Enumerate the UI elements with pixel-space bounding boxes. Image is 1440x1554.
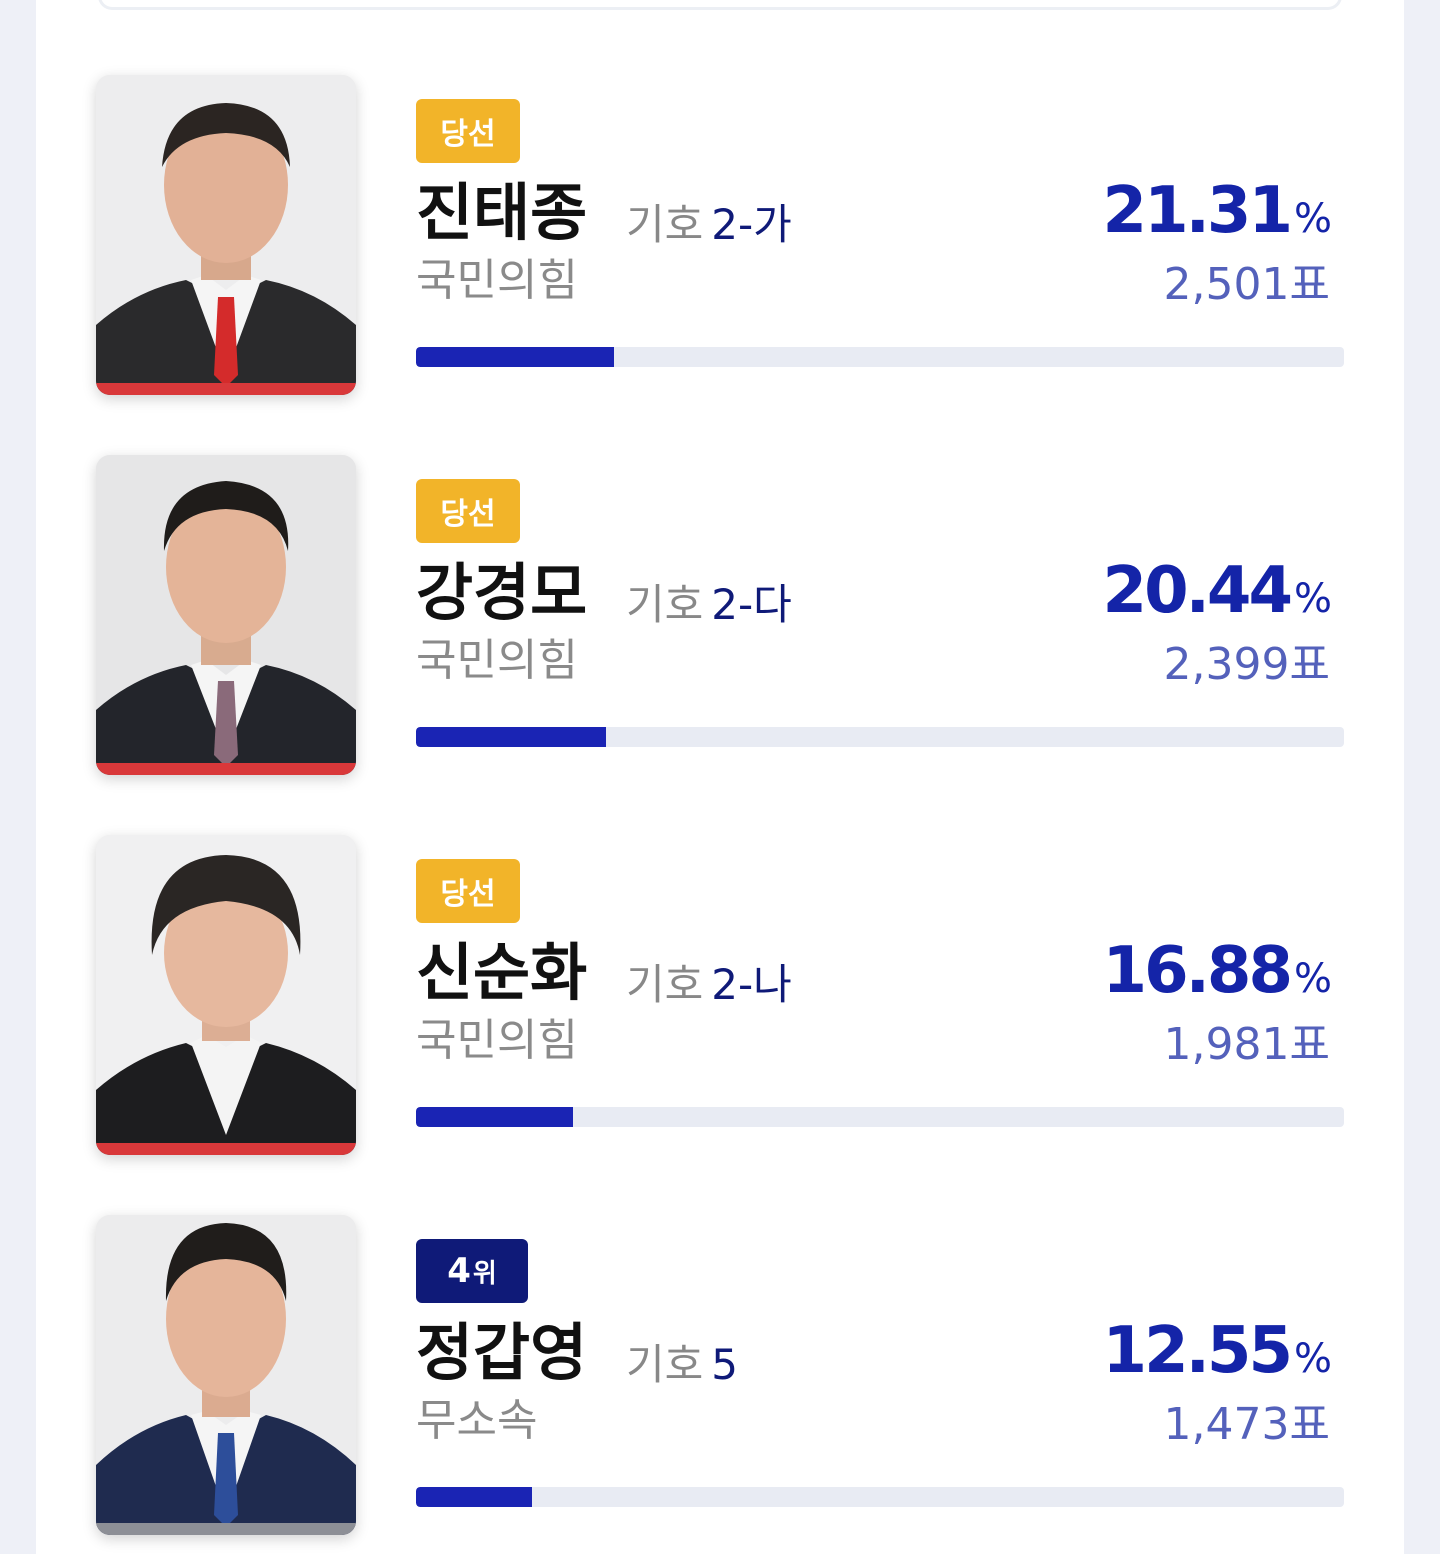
vote-share-bar-fill <box>416 347 614 367</box>
party-color-stripe <box>96 1523 356 1535</box>
vote-share-bar <box>416 347 1344 367</box>
party-name: 국민의힘 <box>416 1015 578 1066</box>
candidate-name: 신순화 <box>416 936 588 1009</box>
candidate-row[interactable]: 당선 신순화 기호 2-나 국민의힘 16.88% 1,981표 <box>36 835 1404 1155</box>
candidate-name: 진태종 <box>416 176 588 249</box>
percentage-value: 20.44 <box>1102 554 1293 628</box>
vote-percentage: 12.55% <box>1103 1313 1332 1397</box>
rank-unit: 위 <box>472 1258 497 1289</box>
person-portrait-icon <box>96 835 356 1155</box>
percent-sign: % <box>1293 956 1332 1002</box>
elected-badge: 당선 <box>416 99 520 163</box>
party-name: 무소속 <box>416 1395 538 1446</box>
percentage-value: 12.55 <box>1102 1314 1293 1388</box>
ballot-number-value: 2-가 <box>711 200 792 249</box>
elected-badge: 당선 <box>416 859 520 923</box>
results-panel: 당선 진태종 기호 2-가 국민의힘 21.31% 2,501표 당선 강경모 … <box>36 0 1404 1554</box>
ballot-label: 기호 <box>626 960 704 1009</box>
candidate-name: 강경모 <box>416 556 588 629</box>
party-color-stripe <box>96 763 356 775</box>
candidate-name: 정갑영 <box>416 1316 588 1389</box>
ballot-number: 기호 2-나 <box>626 955 792 1015</box>
percent-sign: % <box>1293 196 1332 242</box>
vote-share-bar <box>416 1487 1344 1507</box>
person-portrait-icon <box>96 1215 356 1535</box>
elected-badge: 당선 <box>416 479 520 543</box>
vote-count: 2,501표 <box>1163 259 1330 310</box>
rank-badge: 4위 <box>416 1239 528 1303</box>
person-portrait-icon <box>96 75 356 395</box>
party-name: 국민의힘 <box>416 255 578 306</box>
summary-box-edge <box>98 0 1342 10</box>
vote-percentage: 16.88% <box>1103 933 1332 1017</box>
ballot-number-value: 5 <box>711 1340 739 1389</box>
ballot-number-value: 2-다 <box>711 580 792 629</box>
vote-count: 1,473표 <box>1163 1399 1330 1450</box>
party-color-stripe <box>96 383 356 395</box>
rank-number: 4 <box>447 1251 471 1291</box>
vote-count: 2,399표 <box>1163 639 1330 690</box>
candidate-row[interactable]: 당선 진태종 기호 2-가 국민의힘 21.31% 2,501표 <box>36 75 1404 395</box>
ballot-number-value: 2-나 <box>711 960 792 1009</box>
ballot-number: 기호 2-다 <box>626 575 792 635</box>
candidate-row[interactable]: 4위 정갑영 기호 5 무소속 12.55% 1,473표 <box>36 1215 1404 1535</box>
candidate-row[interactable]: 당선 강경모 기호 2-다 국민의힘 20.44% 2,399표 <box>36 455 1404 775</box>
vote-percentage: 20.44% <box>1103 553 1332 637</box>
vote-percentage: 21.31% <box>1103 173 1332 257</box>
party-color-stripe <box>96 1143 356 1155</box>
person-portrait-icon <box>96 455 356 775</box>
candidate-photo <box>96 75 356 395</box>
vote-share-bar <box>416 727 1344 747</box>
vote-share-bar-fill <box>416 727 606 747</box>
candidate-photo <box>96 835 356 1155</box>
vote-share-bar-fill <box>416 1107 573 1127</box>
vote-share-bar-fill <box>416 1487 533 1507</box>
ballot-number: 기호 5 <box>626 1335 738 1395</box>
percentage-value: 16.88 <box>1102 934 1293 1008</box>
vote-count: 1,981표 <box>1163 1019 1330 1070</box>
candidate-photo <box>96 1215 356 1535</box>
percent-sign: % <box>1293 1336 1332 1382</box>
percentage-value: 21.31 <box>1102 174 1293 248</box>
ballot-number: 기호 2-가 <box>626 195 792 255</box>
party-name: 국민의힘 <box>416 635 578 686</box>
candidate-photo <box>96 455 356 775</box>
percent-sign: % <box>1293 576 1332 622</box>
vote-share-bar <box>416 1107 1344 1127</box>
ballot-label: 기호 <box>626 580 704 629</box>
ballot-label: 기호 <box>626 1340 704 1389</box>
ballot-label: 기호 <box>626 200 704 249</box>
